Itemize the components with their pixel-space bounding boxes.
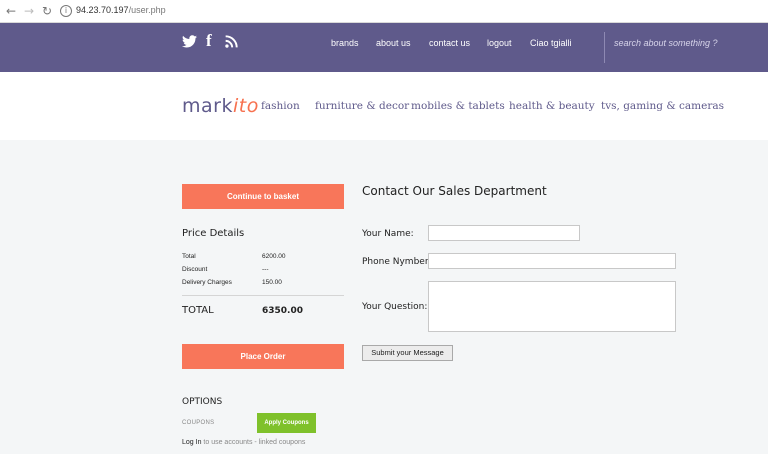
forward-arrow-icon[interactable]: → — [22, 4, 36, 18]
rss-icon[interactable] — [225, 34, 238, 52]
url-host: 94.23.70.197 — [76, 5, 129, 15]
url-field[interactable]: 94.23.70.197/user.php — [76, 5, 166, 15]
reload-icon[interactable]: ↻ — [40, 4, 54, 18]
phone-input[interactable] — [428, 253, 676, 269]
top-link-about-us[interactable]: about us — [376, 38, 411, 48]
url-path: /user.php — [128, 5, 166, 15]
search-divider — [604, 32, 605, 63]
browser-address-bar: ← → ↻ i 94.23.70.197/user.php — [0, 0, 768, 23]
top-link-brands[interactable]: brands — [331, 38, 359, 48]
logo-main: mark — [182, 95, 233, 117]
grand-total-value: 6350.00 — [262, 306, 303, 316]
coupons-label: COUPONS — [182, 420, 215, 426]
top-bar: f brands about us contact us logout Ciao… — [0, 23, 768, 72]
grand-total-label: TOTAL — [182, 305, 214, 316]
info-icon[interactable]: i — [60, 5, 72, 17]
price-details-title: Price Details — [182, 228, 245, 239]
continue-to-basket-button[interactable]: Continue to basket — [182, 184, 344, 209]
login-coupons-note: Log In to use accounts - linked coupons — [182, 439, 305, 446]
nav-fashion[interactable]: fashion — [261, 100, 300, 112]
logo-accent: ito — [232, 95, 259, 117]
top-link-logout[interactable]: logout — [487, 38, 512, 48]
options-title: OPTIONS — [182, 397, 223, 407]
price-value-total: 6200.00 — [262, 253, 286, 260]
login-note-text: to use accounts - linked coupons — [201, 439, 306, 446]
apply-coupons-button[interactable]: Apply Coupons — [257, 413, 316, 433]
nav-furniture-decor[interactable]: furniture & decor — [315, 100, 409, 112]
price-divider — [182, 295, 344, 296]
price-label-discount: Discount — [182, 266, 208, 273]
site-logo[interactable]: markito — [182, 95, 259, 117]
search-input[interactable]: search about something ? — [614, 38, 718, 48]
question-label: Your Question: — [362, 302, 428, 312]
contact-title: Contact Our Sales Department — [362, 184, 547, 198]
twitter-icon[interactable] — [182, 34, 197, 52]
price-label-delivery: Delivery Charges — [182, 279, 232, 286]
nav-health-beauty[interactable]: health & beauty — [509, 100, 595, 112]
login-link[interactable]: Log In — [182, 439, 201, 446]
nav-tvs-gaming-cameras[interactable]: tvs, gaming & cameras — [601, 100, 724, 112]
top-link-contact-us[interactable]: contact us — [429, 38, 470, 48]
place-order-button[interactable]: Place Order — [182, 344, 344, 369]
name-label: Your Name: — [362, 229, 414, 239]
top-link-user[interactable]: Ciao tgialli — [530, 38, 572, 48]
question-textarea[interactable] — [428, 281, 676, 332]
phone-label: Phone Nymber: — [362, 257, 432, 267]
facebook-icon[interactable]: f — [206, 32, 212, 50]
back-arrow-icon[interactable]: ← — [4, 4, 18, 18]
price-value-discount: --- — [262, 266, 269, 273]
nav-mobiles-tablets[interactable]: mobiles & tablets — [411, 100, 505, 112]
price-value-delivery: 150.00 — [262, 279, 282, 286]
price-label-total: Total — [182, 253, 196, 260]
name-input[interactable] — [428, 225, 580, 241]
main-navigation: markito fashion furniture & decor mobile… — [0, 72, 768, 140]
submit-message-button[interactable]: Submit your Message — [362, 345, 453, 361]
